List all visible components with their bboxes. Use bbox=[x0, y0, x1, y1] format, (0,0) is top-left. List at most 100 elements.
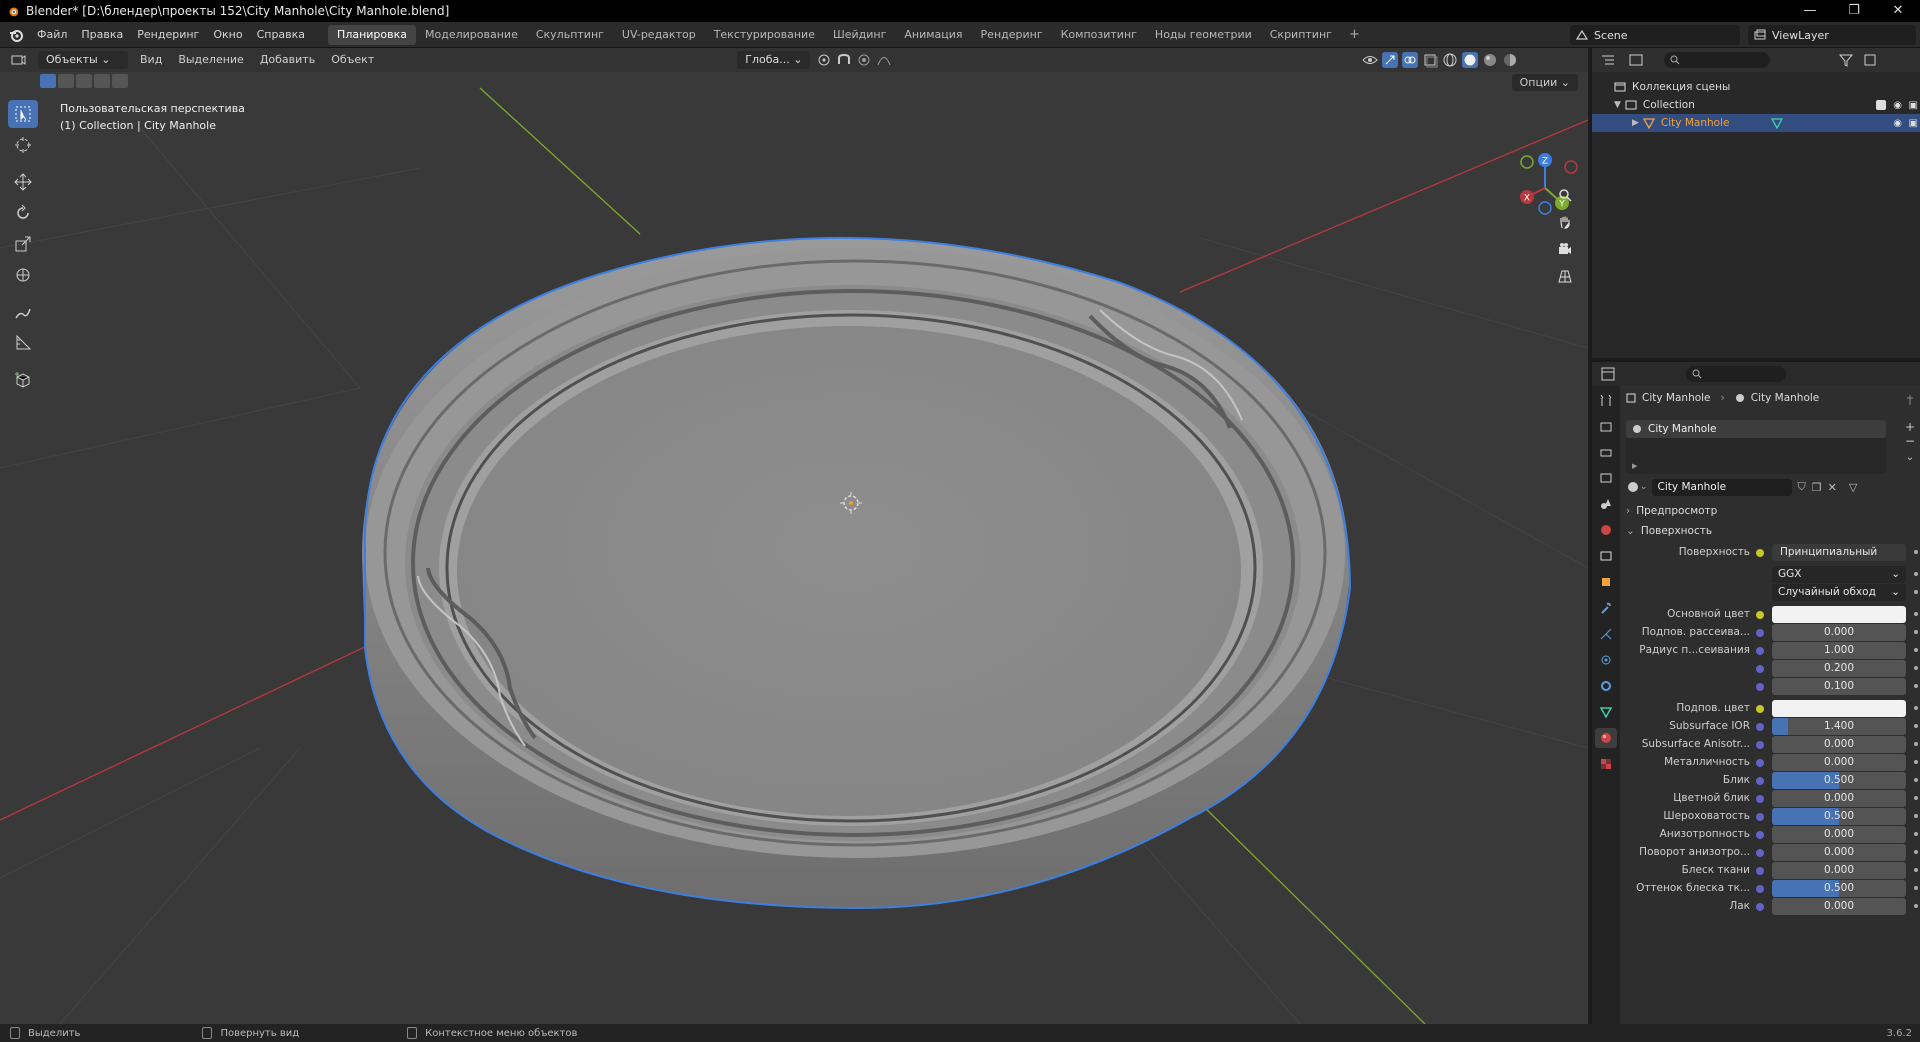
keyframe-dot-icon[interactable] bbox=[1914, 868, 1918, 872]
keyframe-dot-icon[interactable] bbox=[1914, 850, 1918, 854]
menu-render[interactable]: Рендеринг bbox=[130, 22, 206, 48]
tab-modifiers[interactable] bbox=[1595, 598, 1617, 618]
new-collection-icon[interactable] bbox=[1862, 52, 1878, 68]
measure-tool[interactable] bbox=[8, 329, 38, 357]
solid-shading-icon[interactable] bbox=[1462, 52, 1478, 68]
wireframe-shading-icon[interactable] bbox=[1442, 52, 1458, 68]
eye-icon[interactable]: ◉ bbox=[1893, 100, 1902, 111]
rendered-shading-icon[interactable] bbox=[1502, 52, 1518, 68]
number-slider[interactable]: 0.000 bbox=[1772, 754, 1906, 771]
keyframe-dot-icon[interactable] bbox=[1914, 886, 1918, 890]
keyframe-dot-icon[interactable] bbox=[1914, 904, 1918, 908]
socket-link-icon[interactable] bbox=[1756, 683, 1764, 691]
number-slider[interactable]: 0.100 bbox=[1772, 678, 1906, 695]
socket-link-icon[interactable] bbox=[1756, 795, 1764, 803]
socket-link-icon[interactable] bbox=[1756, 549, 1764, 557]
close-button[interactable]: ✕ bbox=[1876, 0, 1920, 22]
slot-expand-icon[interactable]: ▶ bbox=[1632, 462, 1637, 470]
keyframe-dot-icon[interactable] bbox=[1914, 572, 1918, 576]
xray-toggle-icon[interactable] bbox=[1422, 52, 1438, 68]
tab-animation[interactable]: Анимация bbox=[895, 25, 971, 45]
socket-link-icon[interactable] bbox=[1756, 741, 1764, 749]
tab-compositing[interactable]: Композитинг bbox=[1052, 25, 1146, 45]
gizmo-toggle-icon[interactable] bbox=[1382, 52, 1398, 68]
outliner-row-city-manhole[interactable]: ▶ City Manhole ◉ ▣ bbox=[1592, 114, 1920, 132]
zoom-button[interactable] bbox=[1554, 184, 1576, 206]
tab-render[interactable] bbox=[1595, 416, 1617, 436]
exclude-checkbox[interactable] bbox=[1876, 100, 1886, 110]
unlink-material-icon[interactable]: ✕ bbox=[1828, 481, 1837, 494]
tab-view-layer[interactable] bbox=[1595, 468, 1617, 488]
add-slot-button[interactable]: + bbox=[1902, 420, 1918, 434]
proportional-edit-icon[interactable] bbox=[856, 52, 872, 68]
number-slider[interactable]: 0.000 bbox=[1772, 736, 1906, 753]
select-subtract-icon[interactable] bbox=[76, 74, 92, 88]
keyframe-dot-icon[interactable] bbox=[1914, 706, 1918, 710]
number-slider[interactable]: 0.000 bbox=[1772, 898, 1906, 915]
menu-help[interactable]: Справка bbox=[250, 22, 312, 48]
pin-icon[interactable] bbox=[1904, 394, 1916, 406]
slot-specials-button[interactable]: ⌄ bbox=[1902, 452, 1918, 463]
pivot-point-icon[interactable] bbox=[816, 52, 832, 68]
keyframe-dot-icon[interactable] bbox=[1914, 742, 1918, 746]
properties-search-input[interactable] bbox=[1686, 366, 1786, 382]
interaction-mode-dropdown[interactable]: Объекты ⌄ bbox=[38, 51, 128, 69]
rotate-tool[interactable] bbox=[8, 199, 38, 227]
tab-layout[interactable]: Планировка bbox=[328, 24, 417, 45]
socket-link-icon[interactable] bbox=[1756, 867, 1764, 875]
number-slider[interactable]: 0.000 bbox=[1772, 862, 1906, 879]
keyframe-dot-icon[interactable] bbox=[1914, 832, 1918, 836]
add-workspace-button[interactable]: + bbox=[1341, 27, 1368, 42]
number-slider[interactable]: 0.000 bbox=[1772, 624, 1906, 641]
tab-shading[interactable]: Шейдинг bbox=[824, 25, 895, 45]
tab-sculpting[interactable]: Скульптинг bbox=[527, 25, 613, 45]
method-dropdown[interactable]: ⌄ GGX bbox=[1772, 566, 1906, 583]
keyframe-dot-icon[interactable] bbox=[1914, 684, 1918, 688]
minimize-button[interactable]: — bbox=[1788, 0, 1832, 22]
material-browse-icon[interactable] bbox=[1626, 480, 1640, 494]
projection-toggle-button[interactable] bbox=[1554, 265, 1576, 287]
transform-orientation-dropdown[interactable]: Глоба... ⌄ bbox=[737, 51, 811, 69]
menu-edit[interactable]: Правка bbox=[74, 22, 130, 48]
city-manhole-mesh[interactable] bbox=[362, 236, 1352, 910]
socket-link-icon[interactable] bbox=[1756, 759, 1764, 767]
number-slider[interactable]: 0.500 bbox=[1772, 808, 1906, 825]
render-camera-icon[interactable]: ▣ bbox=[1909, 100, 1918, 111]
tab-object[interactable] bbox=[1595, 572, 1617, 592]
select-invert-icon[interactable] bbox=[94, 74, 110, 88]
view-layer-selector[interactable]: ViewLayer bbox=[1748, 25, 1916, 45]
expand-arrow-icon[interactable]: ▶ bbox=[1632, 118, 1639, 128]
tab-scene[interactable] bbox=[1595, 494, 1617, 514]
keyframe-dot-icon[interactable] bbox=[1914, 590, 1918, 594]
expand-arrow-icon[interactable]: ▼ bbox=[1614, 100, 1621, 110]
outliner-row-scene-collection[interactable]: Коллекция сцены bbox=[1592, 78, 1920, 96]
number-slider[interactable]: 0.000 bbox=[1772, 826, 1906, 843]
snap-icon[interactable] bbox=[836, 52, 852, 68]
outliner-row-collection[interactable]: ▼ Collection ◉ ▣ bbox=[1592, 96, 1920, 114]
select-box-tool[interactable] bbox=[8, 100, 38, 128]
annotate-tool[interactable] bbox=[8, 298, 38, 326]
select-intersect-icon[interactable] bbox=[112, 74, 128, 88]
material-name-field[interactable]: City Manhole bbox=[1651, 478, 1792, 496]
tab-particles[interactable] bbox=[1595, 624, 1617, 644]
view-menu[interactable]: Вид bbox=[132, 48, 170, 72]
socket-link-icon[interactable] bbox=[1756, 647, 1764, 655]
object-menu[interactable]: Объект bbox=[323, 48, 382, 72]
color-swatch[interactable] bbox=[1772, 606, 1906, 623]
number-slider[interactable]: 1.000 bbox=[1772, 642, 1906, 659]
tab-scripting[interactable]: Скриптинг bbox=[1261, 25, 1341, 45]
overlays-toggle-icon[interactable] bbox=[1402, 52, 1418, 68]
keyframe-dot-icon[interactable] bbox=[1914, 630, 1918, 634]
method-dropdown[interactable]: ⌄ Случайный обход bbox=[1772, 584, 1906, 601]
keyframe-dot-icon[interactable] bbox=[1914, 814, 1918, 818]
number-slider[interactable]: 0.200 bbox=[1772, 660, 1906, 677]
camera-view-button[interactable] bbox=[1554, 238, 1576, 260]
tab-tool[interactable] bbox=[1595, 390, 1617, 410]
add-menu[interactable]: Добавить bbox=[252, 48, 323, 72]
keyframe-dot-icon[interactable] bbox=[1914, 550, 1918, 554]
tab-material[interactable] bbox=[1595, 728, 1617, 748]
tab-texture-paint[interactable]: Текстурирование bbox=[705, 25, 824, 45]
keyframe-dot-icon[interactable] bbox=[1914, 796, 1918, 800]
3d-viewport[interactable]: Объекты ⌄ Вид Выделение Добавить Объект … bbox=[0, 48, 1588, 1024]
render-camera-icon[interactable]: ▣ bbox=[1909, 118, 1918, 129]
